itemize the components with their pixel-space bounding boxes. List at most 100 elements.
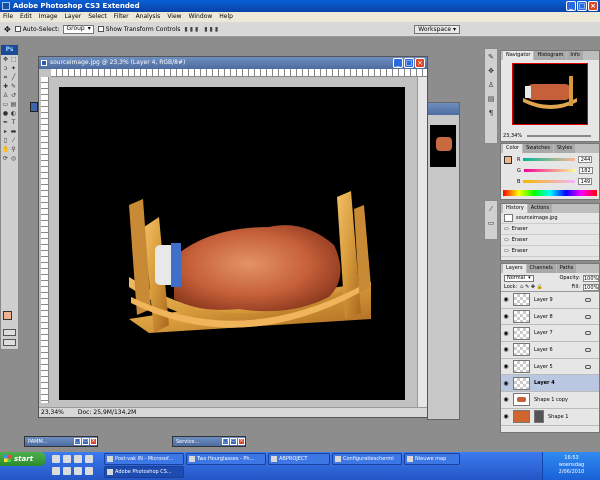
start-button[interactable]: start bbox=[0, 452, 46, 466]
fill-field[interactable]: 100% bbox=[583, 283, 599, 291]
minimized-window-1[interactable]: PAMM... □ ▭ × bbox=[24, 436, 98, 447]
maximize-button[interactable]: ▭ bbox=[230, 438, 237, 445]
color-value-r[interactable]: 244 bbox=[578, 156, 593, 163]
marquee-tool-icon[interactable]: ⬚ bbox=[10, 56, 17, 64]
doc-minimize-button[interactable]: _ bbox=[393, 58, 403, 68]
tab-color[interactable]: Color bbox=[503, 144, 523, 153]
screen-mode-button[interactable] bbox=[3, 339, 16, 346]
move-tool-icon[interactable]: ✥ bbox=[4, 25, 11, 34]
taskbar-button-abproject[interactable]: ABPROJECT bbox=[268, 453, 330, 465]
menu-filter[interactable]: Filter bbox=[114, 12, 129, 22]
clone-stamp-icon[interactable]: ♙ bbox=[2, 92, 9, 100]
eye-icon[interactable]: ◉ bbox=[503, 346, 509, 353]
transform-controls-checkbox[interactable]: Show Transform Controls bbox=[97, 26, 180, 33]
document-zoom[interactable]: 23,34% bbox=[41, 408, 64, 417]
menu-file[interactable]: File bbox=[3, 12, 13, 22]
taskbar-button-outlook[interactable]: Post-vak IN - Microsof... bbox=[104, 453, 184, 465]
tab-info[interactable]: Info bbox=[567, 51, 583, 60]
quick-mask-button[interactable] bbox=[3, 329, 16, 336]
restore-button[interactable]: □ bbox=[222, 438, 229, 445]
eye-icon[interactable]: ◉ bbox=[503, 313, 509, 320]
tab-swatches[interactable]: Swatches bbox=[523, 144, 553, 153]
type-tool-icon[interactable]: T bbox=[10, 119, 17, 127]
taskbar-button-hourglasses[interactable]: Two Hourglasses - Ph... bbox=[186, 453, 266, 465]
quicklaunch-icon[interactable] bbox=[63, 467, 71, 475]
magic-wand-icon[interactable]: ✦ bbox=[10, 65, 17, 73]
maximize-button[interactable]: ▭ bbox=[82, 438, 89, 445]
quicklaunch-icon[interactable] bbox=[74, 467, 82, 475]
color-value-g[interactable]: 182 bbox=[578, 167, 593, 174]
tool-presets-icon[interactable]: ✥ bbox=[485, 65, 497, 77]
menu-window[interactable]: Window bbox=[189, 12, 213, 22]
clone-source-icon[interactable]: ♙ bbox=[485, 79, 497, 91]
move-tool-icon[interactable]: ✥ bbox=[2, 56, 9, 64]
history-item[interactable]: ▭ Eraser bbox=[501, 246, 599, 257]
history-item[interactable]: sourceimage.jpg bbox=[501, 213, 599, 224]
eye-icon[interactable]: ◉ bbox=[503, 380, 509, 387]
layer-row[interactable]: ◉ Shape 1 copy bbox=[501, 392, 599, 409]
eye-icon[interactable]: ◉ bbox=[503, 330, 509, 337]
vertical-ruler[interactable] bbox=[41, 77, 49, 403]
background-document-window[interactable] bbox=[427, 102, 460, 420]
align-icons[interactable]: ▮▮▮ ▮▮▮ bbox=[184, 26, 220, 33]
menu-view[interactable]: View bbox=[167, 12, 181, 22]
eyedropper-icon[interactable]: ⁄ bbox=[10, 137, 17, 145]
quicklaunch-icon[interactable] bbox=[63, 455, 71, 463]
close-button[interactable]: × bbox=[238, 438, 245, 445]
menu-edit[interactable]: Edit bbox=[20, 12, 32, 22]
layer-comps-icon[interactable]: ▤ bbox=[485, 93, 497, 105]
auto-select-checkbox[interactable]: Auto-Select: bbox=[14, 26, 59, 33]
document-size[interactable]: Doc: 25,9M/134,2M bbox=[78, 408, 136, 417]
notes-tool-icon[interactable]: ▯ bbox=[2, 137, 9, 145]
brushes-icon[interactable]: ✎ bbox=[485, 51, 497, 63]
layer-row[interactable]: ◉ Shape 1 bbox=[501, 409, 599, 426]
quicklaunch-icon[interactable] bbox=[85, 467, 93, 475]
menu-analysis[interactable]: Analysis bbox=[136, 12, 161, 22]
color-slider-b[interactable] bbox=[523, 180, 576, 183]
color-value-b[interactable]: 149 bbox=[578, 178, 593, 185]
eye-icon[interactable]: ◉ bbox=[503, 413, 509, 420]
eye-icon[interactable]: ◉ bbox=[503, 363, 509, 370]
vertical-scrollbar[interactable] bbox=[417, 77, 427, 407]
taskbar-button-new-folder[interactable]: Nieuwe map bbox=[404, 453, 460, 465]
menu-help[interactable]: Help bbox=[219, 12, 233, 22]
layer-row[interactable]: ◉ Layer 6 bbox=[501, 342, 599, 359]
hand-tool-icon[interactable]: ✋ bbox=[2, 146, 9, 154]
navigator-zoom-slider[interactable] bbox=[527, 135, 591, 137]
layer-row-selected[interactable]: ◉ Layer 4 bbox=[501, 375, 599, 393]
tab-layers[interactable]: Layers bbox=[503, 264, 526, 273]
animation-icon[interactable]: ▭ bbox=[485, 217, 497, 229]
quicklaunch-icon[interactable] bbox=[74, 455, 82, 463]
history-item[interactable]: ▭ Eraser bbox=[501, 235, 599, 246]
tab-paths[interactable]: Paths bbox=[556, 264, 577, 273]
blend-mode-dropdown[interactable]: Normal ▾ bbox=[504, 274, 534, 282]
history-item[interactable]: ▭ Eraser bbox=[501, 224, 599, 235]
minimized-window-2[interactable]: Service... □ ▭ × bbox=[172, 436, 246, 447]
shape-tool-icon[interactable]: ▬ bbox=[10, 128, 17, 136]
brush-tool-icon[interactable]: ✎ bbox=[10, 83, 17, 91]
close-button[interactable]: × bbox=[90, 438, 97, 445]
3d-rotate-icon[interactable]: ⟳ bbox=[2, 155, 9, 163]
menu-image[interactable]: Image bbox=[39, 12, 58, 22]
tab-styles[interactable]: Styles bbox=[553, 144, 576, 153]
navigator-thumbnail[interactable] bbox=[512, 63, 588, 125]
layer-row[interactable]: ◉ Layer 8 bbox=[501, 309, 599, 326]
gradient-tool-icon[interactable]: ▤ bbox=[10, 101, 17, 109]
auto-select-dropdown[interactable]: Group ▾ bbox=[63, 24, 94, 34]
dodge-tool-icon[interactable]: ◐ bbox=[10, 110, 17, 118]
color-slider-r[interactable] bbox=[523, 158, 576, 161]
quicklaunch-icon[interactable] bbox=[52, 467, 60, 475]
tab-actions[interactable]: Actions bbox=[527, 204, 553, 213]
lock-icons[interactable]: ▫ ✎ ✥ 🔒 bbox=[520, 284, 543, 290]
foreground-color-swatch[interactable] bbox=[3, 311, 12, 320]
doc-maximize-button[interactable]: □ bbox=[404, 58, 414, 68]
brush-panel-icon[interactable]: ⁄ bbox=[485, 203, 497, 215]
eye-icon[interactable]: ◉ bbox=[503, 296, 509, 303]
lasso-tool-icon[interactable]: ↄ bbox=[2, 65, 9, 73]
close-button[interactable]: × bbox=[588, 1, 598, 11]
history-brush-icon[interactable]: ↺ bbox=[10, 92, 17, 100]
eraser-tool-icon[interactable]: ▭ bbox=[2, 101, 9, 109]
color-foreground-swatch[interactable] bbox=[504, 156, 512, 164]
collapsed-doc-icon[interactable] bbox=[30, 102, 38, 112]
pen-tool-icon[interactable]: ✒ bbox=[2, 119, 9, 127]
